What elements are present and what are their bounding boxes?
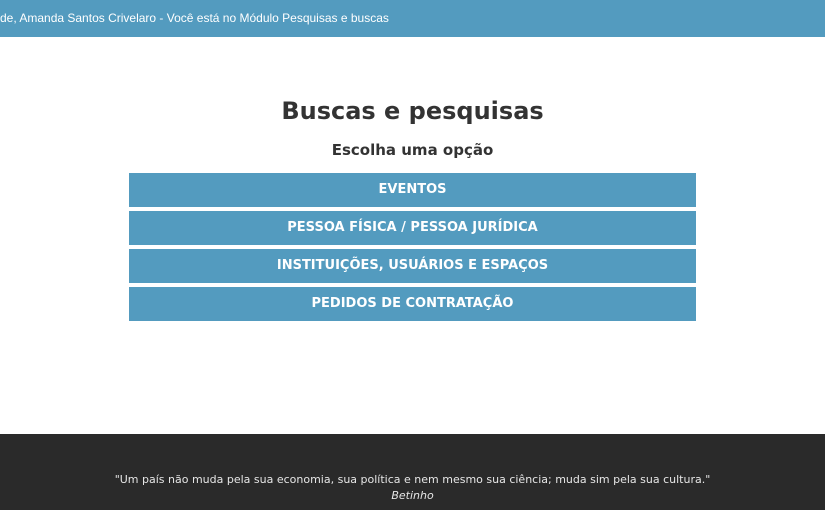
footer-quote-author: Betinho [391,489,434,502]
eventos-button[interactable]: EVENTOS [129,173,696,207]
footer: "Um país não muda pela sua economia, sua… [0,434,825,510]
pessoa-fisica-juridica-button[interactable]: PESSOA FÍSICA / PESSOA JURÍDICA [129,211,696,245]
options-list: EVENTOS PESSOA FÍSICA / PESSOA JURÍDICA … [129,173,696,325]
footer-quote: "Um país não muda pela sua economia, sua… [114,473,711,486]
page-subtitle: Escolha uma opção [331,141,494,159]
main-content: Buscas e pesquisas Escolha uma opção EVE… [0,37,825,434]
page-title: Buscas e pesquisas [281,97,544,125]
header-greeting-text: rde, Amanda Santos Crivelaro - Você está… [0,11,389,25]
top-header-bar: rde, Amanda Santos Crivelaro - Você está… [0,0,825,37]
pedidos-contratacao-button[interactable]: PEDIDOS DE CONTRATAÇÃO [129,287,696,321]
instituicoes-usuarios-espacos-button[interactable]: INSTITUIÇÕES, USUÁRIOS E ESPAÇOS [129,249,696,283]
